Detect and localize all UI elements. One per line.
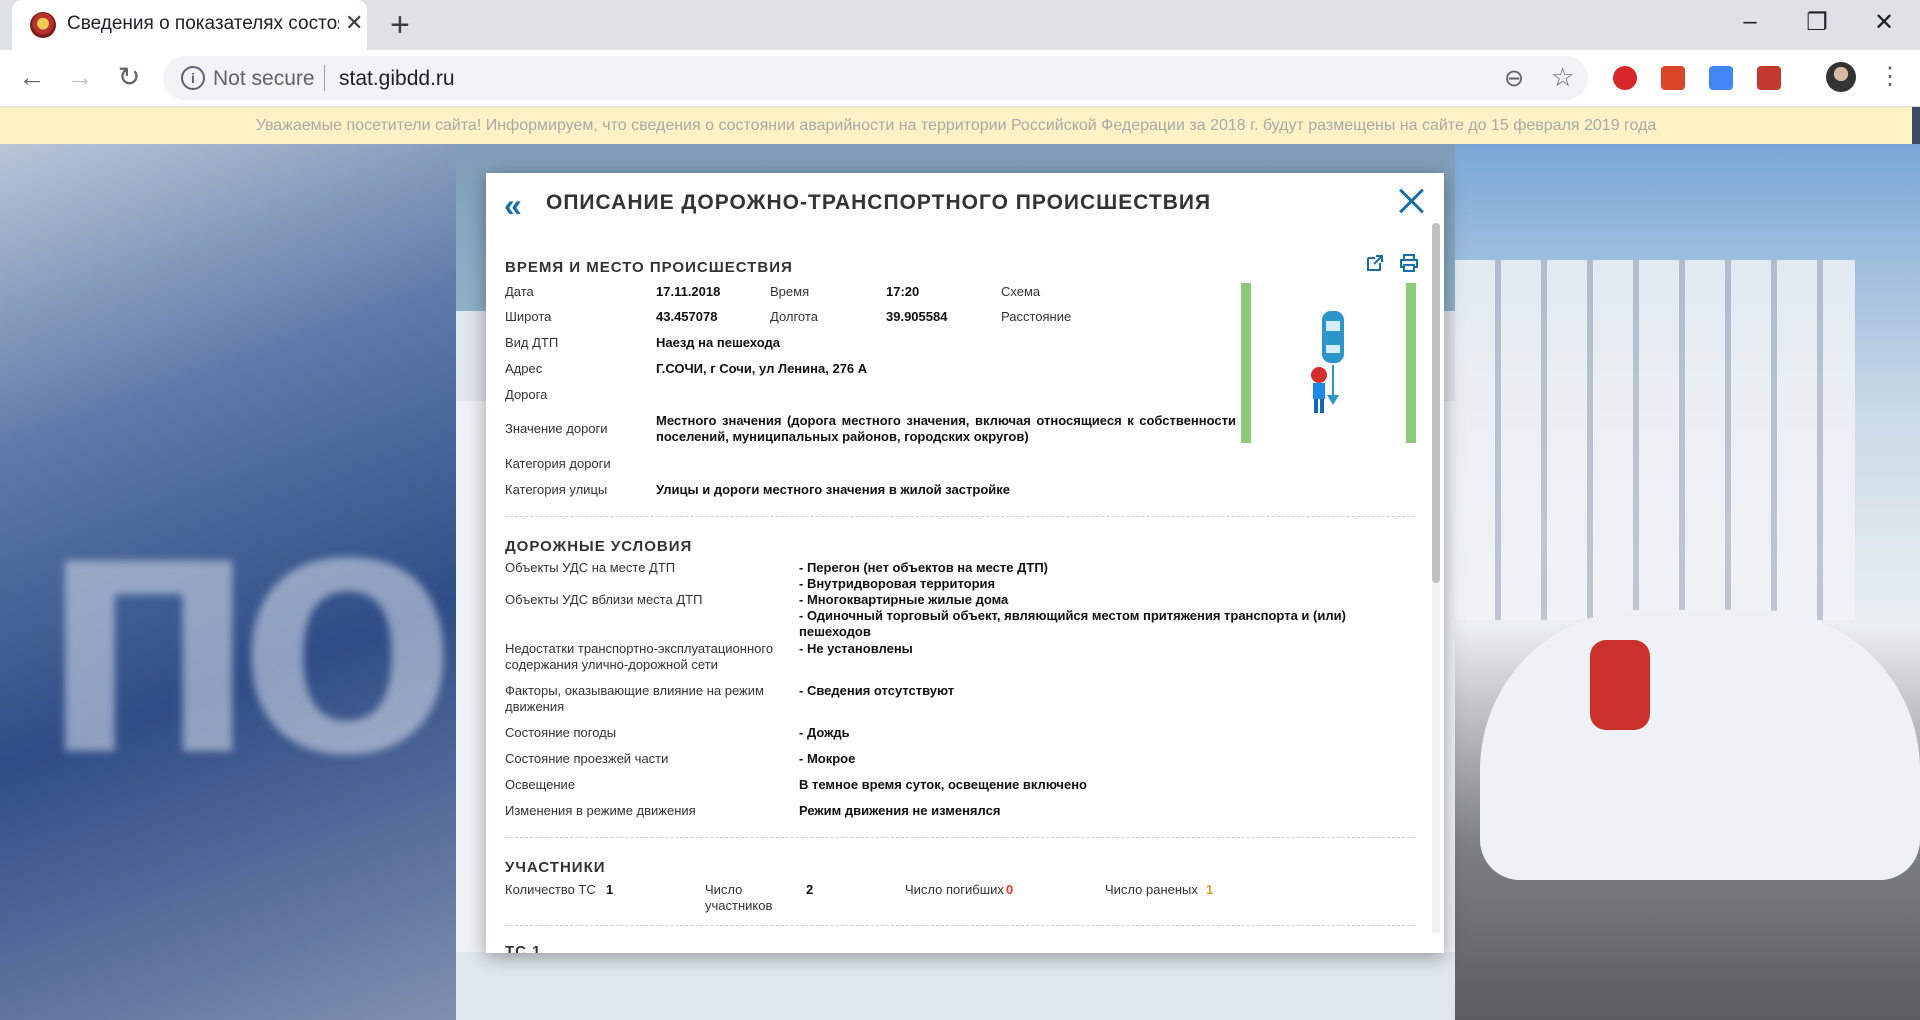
scheme-drawing — [1311, 311, 1344, 413]
date-label: Дата — [505, 284, 534, 299]
dead-count-label: Число погибших — [905, 882, 1004, 897]
surface-label: Состояние проезжей части — [505, 751, 669, 766]
road-label: Дорога — [505, 387, 548, 402]
dead-count-value: 0 — [1006, 882, 1014, 897]
section-divider — [505, 516, 1415, 517]
injured-count-value: 1 — [1206, 882, 1214, 897]
injured-count-label: Число раненых — [1105, 882, 1198, 897]
changes-label: Изменения в режиме движения — [505, 803, 696, 818]
road-category-label: Категория дороги — [505, 456, 611, 471]
weather-value: - Дождь — [799, 725, 850, 740]
longitude-value: 39.905584 — [886, 309, 948, 324]
road-significance-value: Местного значения (дорога местного значе… — [656, 413, 1236, 444]
close-tab-icon[interactable]: ✕ — [345, 10, 363, 36]
address-value: Г.СОЧИ, г Сочи, ул Ленина, 276 А — [656, 361, 868, 376]
back-icon[interactable]: ← — [15, 62, 49, 93]
participants-count-value: 2 — [806, 882, 814, 897]
section-time-place-heading: ВРЕМЯ И МЕСТО ПРОИСШЕСТВИЯ — [505, 259, 793, 276]
time-label: Время — [770, 284, 810, 299]
close-modal-icon[interactable] — [1396, 185, 1426, 215]
uds-at-value-1: - Перегон (нет объектов на месте ДТП) — [799, 560, 1048, 575]
accident-scheme-image[interactable] — [1241, 283, 1416, 443]
forward-icon[interactable]: → — [63, 62, 97, 93]
open-external-icon[interactable] — [1365, 253, 1385, 273]
omnibox-divider — [324, 65, 325, 91]
info-icon[interactable]: i — [181, 66, 205, 90]
adblock-extension-icon[interactable] — [1613, 66, 1637, 90]
background-decor: по — [40, 426, 457, 828]
uds-near-label: Объекты УДС вблизи места ДТП — [505, 592, 703, 607]
page-footer-bg — [456, 952, 1455, 1020]
uds-near-value-2: - Одиночный торговый объект, являющийся … — [799, 608, 1346, 639]
scheme-label: Схема — [1001, 284, 1041, 299]
uds-near-value-1: - Многоквартирные жилые дома — [799, 592, 1009, 607]
vehicles-count-value: 1 — [606, 882, 614, 897]
time-value: 17:20 — [886, 284, 920, 299]
section-divider — [505, 925, 1415, 926]
site-emblem-icon — [30, 12, 56, 38]
accident-type-label: Вид ДТП — [505, 335, 559, 350]
background-car-light — [1590, 640, 1650, 730]
section-divider — [505, 837, 1415, 838]
reload-icon[interactable]: ↻ — [112, 62, 146, 93]
participants-count-label: Число участников — [705, 882, 773, 913]
url-text[interactable]: stat.gibdd.ru — [339, 67, 455, 91]
bookmark-star-icon[interactable]: ☆ — [1551, 62, 1574, 93]
street-category-value: Улицы и дороги местного значения в жилой… — [656, 482, 1010, 497]
road-significance-label: Значение дороги — [505, 421, 608, 436]
section-conditions-heading: ДОРОЖНЫЕ УСЛОВИЯ — [505, 538, 693, 555]
back-chevron-icon[interactable]: « — [504, 187, 522, 224]
defects-label: Недостатки транспортно-эксплуатационного… — [505, 641, 774, 672]
accident-type-value: Наезд на пешехода — [656, 335, 781, 350]
uds-at-value-2: - Внутридворовая территория — [799, 576, 996, 591]
tab-title: Сведения о показателях состояния — [67, 13, 339, 34]
vehicles-count-label: Количество ТС — [505, 882, 596, 897]
date-value: 17.11.2018 — [656, 284, 721, 299]
street-category-label: Категория улицы — [505, 482, 608, 497]
weather-label: Состояние погоды — [505, 725, 617, 740]
zoom-icon[interactable]: ⊖ — [1504, 64, 1524, 93]
browser-toolbar: ← → ↻ i Not secure stat.gibdd.ru ⊖ ☆ ⋮ — [0, 50, 1920, 107]
longitude-label: Долгота — [770, 309, 818, 324]
section-participants-heading: УЧАСТНИКИ — [505, 859, 606, 876]
factors-value: - Сведения отсутствуют — [799, 683, 955, 698]
tab-strip: Сведения о показателях состояния ✕ + – ❐… — [0, 0, 1920, 50]
address-bar[interactable]: i Not secure stat.gibdd.ru ⊖ ☆ — [163, 56, 1588, 100]
latitude-label: Широта — [505, 309, 552, 324]
lighting-value: В темное время суток, освещение включено — [799, 777, 1087, 792]
surface-value: - Мокрое — [799, 751, 856, 766]
pdf-extension-icon[interactable] — [1757, 66, 1781, 90]
notice-banner: Уважаемые посетители сайта! Информируем,… — [0, 107, 1912, 144]
changes-value: Режим движения не изменялся — [799, 803, 1001, 818]
restore-icon[interactable]: ❐ — [1797, 8, 1837, 37]
address-label: Адрес — [505, 361, 543, 376]
modal-scroll-thumb[interactable] — [1432, 223, 1440, 583]
lighting-label: Освещение — [505, 777, 576, 792]
browser-menu-icon[interactable]: ⋮ — [1878, 62, 1902, 91]
modal-title: ОПИСАНИЕ ДОРОЖНО-ТРАНСПОРТНОГО ПРОИСШЕСТ… — [546, 191, 1212, 214]
distance-label: Расстояние — [1001, 309, 1072, 324]
background-police-car — [1480, 610, 1920, 880]
uds-at-label: Объекты УДС на месте ДТП — [505, 560, 676, 575]
security-label[interactable]: Not secure — [213, 67, 315, 91]
factors-label: Факторы, оказывающие влияние на режим дв… — [505, 683, 764, 714]
print-icon[interactable] — [1399, 253, 1419, 273]
new-tab-icon[interactable]: + — [390, 6, 410, 45]
bookmark-extension-icon[interactable] — [1661, 66, 1685, 90]
vehicle-section-heading: ТС 1 — [505, 943, 542, 953]
translate-extension-icon[interactable] — [1709, 66, 1733, 90]
background-building — [1455, 260, 1855, 620]
minimize-icon[interactable]: – — [1730, 8, 1770, 36]
latitude-value: 43.457078 — [656, 309, 718, 324]
accident-description-modal: « ОПИСАНИЕ ДОРОЖНО-ТРАНСПОРТНОГО ПРОИСШЕ… — [486, 173, 1444, 953]
profile-avatar[interactable] — [1826, 62, 1856, 92]
close-window-icon[interactable]: ✕ — [1864, 8, 1904, 37]
browser-tab[interactable]: Сведения о показателях состояния ✕ — [12, 0, 367, 50]
defects-value: - Не установлены — [799, 641, 913, 656]
